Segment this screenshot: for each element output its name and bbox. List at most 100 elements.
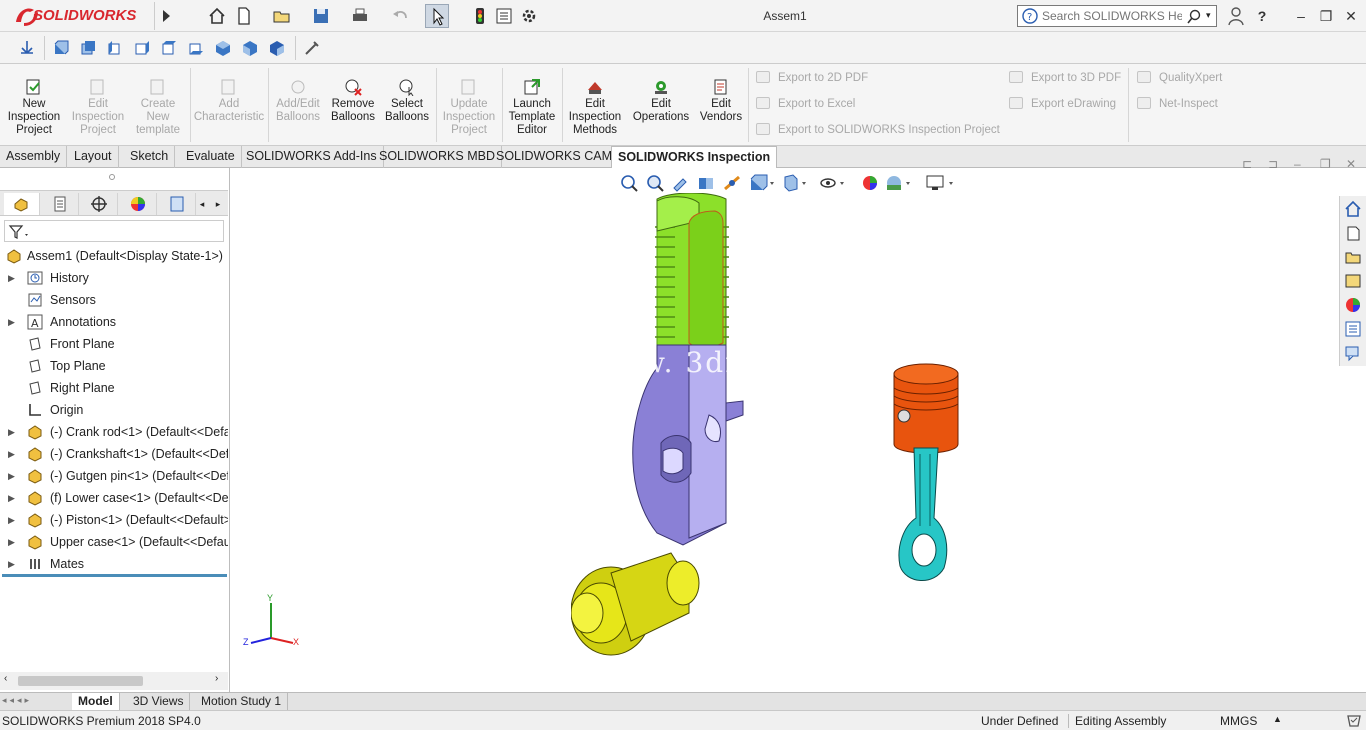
tabs-scroll-left-icon[interactable]: ◂ bbox=[196, 193, 208, 215]
tree-item[interactable]: Top Plane bbox=[0, 355, 228, 377]
save-icon[interactable] bbox=[311, 6, 331, 26]
scroll-left-icon[interactable]: ‹ bbox=[4, 673, 7, 684]
expand-arrow-icon[interactable]: ▶ bbox=[8, 487, 15, 509]
tab-3d-views[interactable]: 3D Views bbox=[127, 693, 191, 711]
file-explorer-icon[interactable] bbox=[1344, 248, 1362, 266]
expand-arrow-icon[interactable]: ▶ bbox=[8, 421, 15, 443]
expand-arrow-icon[interactable]: ▶ bbox=[8, 509, 15, 531]
inspection-tab[interactable] bbox=[160, 193, 196, 215]
expand-arrow-icon[interactable]: ▶ bbox=[8, 465, 15, 487]
options-gear-icon[interactable] bbox=[519, 6, 539, 26]
solidworks-resources-home-icon[interactable] bbox=[1344, 200, 1362, 218]
help-menu-icon[interactable]: ? bbox=[1251, 6, 1273, 26]
normal-to-icon[interactable] bbox=[303, 39, 321, 57]
add-characteristic-button[interactable]: Add Characteristic bbox=[192, 78, 266, 124]
select-tool-button[interactable] bbox=[425, 4, 449, 28]
dimetric-view-icon[interactable] bbox=[268, 39, 286, 57]
update-inspection-project-button[interactable]: Update Inspection Project bbox=[438, 78, 500, 137]
tab-evaluate[interactable]: Evaluate bbox=[180, 146, 242, 168]
isometric-view-icon[interactable] bbox=[214, 39, 232, 57]
view-orientation-icon[interactable] bbox=[18, 39, 36, 57]
upper-case-part[interactable] bbox=[655, 193, 729, 348]
piston-part[interactable] bbox=[893, 363, 959, 454]
remove-balloons-button[interactable]: Remove Balloons bbox=[326, 78, 380, 124]
tree-root-assembly[interactable]: Assem1 (Default<Display State-1>) bbox=[0, 245, 228, 267]
qualityxpert-button[interactable]: QualityXpert bbox=[1137, 71, 1222, 84]
launch-template-editor-button[interactable]: Launch Template Editor bbox=[504, 78, 560, 137]
print-icon[interactable] bbox=[350, 6, 370, 26]
feature-tree-tab[interactable] bbox=[4, 193, 40, 215]
trimetric-view-icon[interactable] bbox=[241, 39, 259, 57]
tab-solidworks-mbd[interactable]: SOLIDWORKS MBD bbox=[373, 146, 502, 168]
user-account-icon[interactable] bbox=[1228, 6, 1244, 26]
edit-inspection-project-button[interactable]: Edit Inspection Project bbox=[68, 78, 128, 137]
view-palette-icon[interactable] bbox=[1344, 272, 1362, 290]
restore-window-icon[interactable]: ❐ bbox=[1315, 6, 1337, 26]
search-input[interactable] bbox=[1042, 8, 1182, 24]
customize-status-icon[interactable] bbox=[1346, 713, 1362, 729]
custom-properties-icon[interactable] bbox=[1344, 320, 1362, 338]
graphics-area[interactable]: ⊏ ⊐ – ❐ ✕ w. 3dmd .com Y X Z bbox=[231, 157, 1356, 692]
add-edit-balloons-button[interactable]: Add/Edit Balloons bbox=[270, 78, 326, 124]
export-2d-pdf-button[interactable]: Export to 2D PDF bbox=[756, 71, 868, 84]
search-help-box[interactable]: ? ▾ bbox=[1017, 5, 1217, 27]
tab-scroll-arrows[interactable]: ◂◂◂▸ bbox=[2, 695, 66, 709]
tab-model[interactable]: Model bbox=[72, 693, 120, 711]
right-view-icon[interactable] bbox=[133, 39, 151, 57]
tree-item[interactable]: ▶ History bbox=[0, 267, 228, 289]
viewport-restore-icon[interactable]: ❐ bbox=[1320, 157, 1331, 171]
select-balloons-button[interactable]: Select Balloons bbox=[380, 78, 434, 124]
viewport-minimize-icon[interactable]: – bbox=[1294, 157, 1301, 171]
tree-item[interactable]: ▶ (-) Piston<1> (Default<<Default> bbox=[0, 509, 228, 531]
property-manager-tab[interactable] bbox=[43, 193, 79, 215]
export-excel-button[interactable]: Export to Excel bbox=[756, 97, 855, 110]
tab-assembly[interactable]: Assembly bbox=[0, 146, 68, 168]
viewport-close-icon[interactable]: ✕ bbox=[1346, 157, 1356, 171]
new-document-icon[interactable] bbox=[234, 6, 254, 26]
tree-item[interactable]: Sensors bbox=[0, 289, 228, 311]
configuration-manager-tab[interactable] bbox=[82, 193, 118, 215]
close-window-icon[interactable]: ✕ bbox=[1340, 6, 1362, 26]
net-inspect-button[interactable]: Net-Inspect bbox=[1137, 97, 1218, 110]
forum-chat-icon[interactable] bbox=[1344, 344, 1362, 362]
panel-collapse-handle[interactable] bbox=[109, 174, 115, 180]
viewport-tile-right-icon[interactable]: ⊐ bbox=[1268, 157, 1278, 171]
tree-item[interactable]: Origin bbox=[0, 399, 228, 421]
design-library-icon[interactable] bbox=[1344, 224, 1362, 242]
viewport-tile-left-icon[interactable]: ⊏ bbox=[1242, 157, 1252, 171]
tree-item[interactable]: ▶ (-) Gutgen pin<1> (Default<<Def bbox=[0, 465, 228, 487]
tab-solidworks-cam[interactable]: SOLIDWORKS CAM bbox=[490, 146, 619, 168]
tab-solidworks-inspection[interactable]: SOLIDWORKS Inspection bbox=[611, 146, 778, 169]
tree-item[interactable]: Front Plane bbox=[0, 333, 228, 355]
crankshaft-part[interactable] bbox=[571, 552, 700, 656]
open-folder-icon[interactable] bbox=[272, 6, 292, 26]
undo-icon[interactable] bbox=[390, 6, 410, 26]
front-view-icon[interactable] bbox=[52, 39, 70, 57]
tree-item[interactable]: ▶ (-) Crank rod<1> (Default<<Defau bbox=[0, 421, 228, 443]
bottom-view-icon[interactable] bbox=[187, 39, 205, 57]
new-inspection-project-button[interactable]: New Inspection Project bbox=[4, 78, 64, 137]
tree-item[interactable]: ▶ (-) Crankshaft<1> (Default<<Defa bbox=[0, 443, 228, 465]
expand-arrow-icon[interactable]: ▶ bbox=[8, 267, 15, 289]
tree-item[interactable]: Right Plane bbox=[0, 377, 228, 399]
expand-arrow-icon[interactable]: ▶ bbox=[8, 443, 15, 465]
edit-operations-button[interactable]: Edit Operations bbox=[628, 78, 694, 124]
units-dropdown-icon[interactable]: ▲ bbox=[1273, 714, 1282, 724]
tree-item[interactable]: ▶ A Annotations bbox=[0, 311, 228, 333]
left-view-icon[interactable] bbox=[106, 39, 124, 57]
expand-arrow-icon[interactable]: ▶ bbox=[8, 553, 15, 575]
piston-rod-assembly[interactable] bbox=[886, 358, 966, 593]
heads-up-view-toolbar[interactable] bbox=[619, 173, 979, 195]
tree-item[interactable]: ▶ Mates bbox=[0, 553, 228, 575]
export-3d-pdf-button[interactable]: Export to 3D PDF bbox=[1009, 71, 1121, 84]
appearance-manager-tab[interactable] bbox=[121, 193, 157, 215]
export-edrawing-button[interactable]: Export eDrawing bbox=[1009, 97, 1116, 110]
export-sw-inspection-button[interactable]: Export to SOLIDWORKS Inspection Project bbox=[756, 123, 1000, 136]
expand-arrow-icon[interactable]: ▶ bbox=[8, 531, 15, 553]
rebuild-traffic-light-icon[interactable] bbox=[470, 6, 490, 26]
scroll-thumb[interactable] bbox=[18, 676, 143, 686]
tab-solidworks-add-ins[interactable]: SOLIDWORKS Add-Ins bbox=[240, 146, 384, 168]
tree-filter-box[interactable] bbox=[4, 220, 224, 242]
tab-layout[interactable]: Layout bbox=[68, 146, 119, 168]
expand-arrow-icon[interactable]: ▶ bbox=[8, 311, 15, 333]
